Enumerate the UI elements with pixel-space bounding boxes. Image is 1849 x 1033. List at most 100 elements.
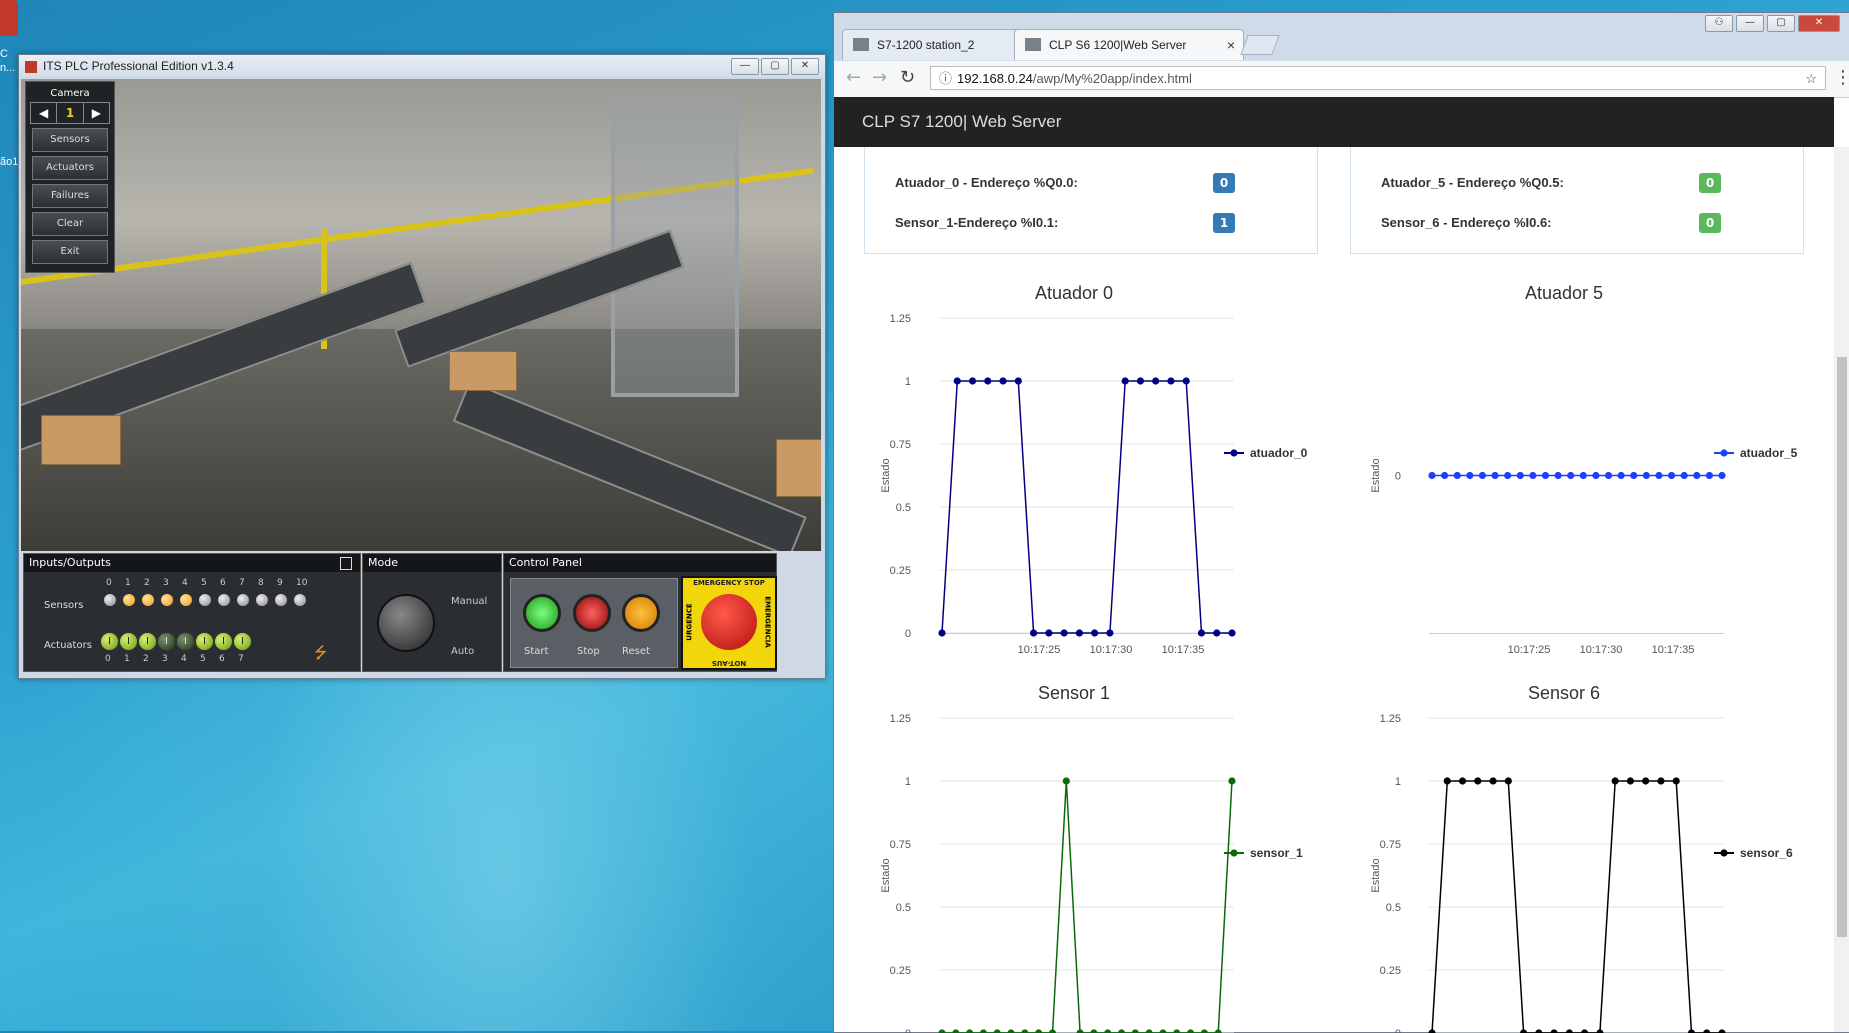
profile-icon[interactable]: ⚇ bbox=[1705, 15, 1733, 32]
data-point bbox=[1029, 629, 1038, 637]
data-point bbox=[1491, 471, 1499, 480]
its-title-bar[interactable]: ITS PLC Professional Edition v1.3.4 — ▢ … bbox=[19, 55, 825, 77]
data-point bbox=[1091, 629, 1099, 637]
sensor-number: 10 bbox=[296, 578, 308, 588]
close-tab-icon[interactable]: × bbox=[1227, 30, 1235, 60]
status-label: Sensor_6 - Endereço %I0.6: bbox=[1381, 215, 1552, 230]
legend-label: sensor_6 bbox=[1740, 846, 1793, 860]
stop-button[interactable] bbox=[573, 594, 611, 632]
data-point bbox=[1014, 377, 1022, 385]
data-point bbox=[1173, 1029, 1181, 1033]
forward-icon[interactable]: → bbox=[872, 67, 887, 88]
data-point bbox=[1519, 1029, 1528, 1033]
sensors-label: Sensors bbox=[44, 600, 84, 611]
lock-icon[interactable] bbox=[340, 557, 352, 570]
tab-web-server[interactable]: CLP S6 1200|Web Server × bbox=[1014, 29, 1244, 60]
x-tick-label: 10:17:35 bbox=[1652, 644, 1695, 656]
close-button[interactable]: ✕ bbox=[791, 58, 819, 75]
data-point bbox=[1579, 471, 1587, 480]
sensors-button[interactable]: Sensors bbox=[32, 128, 108, 152]
actuator-led[interactable]: I bbox=[176, 632, 195, 651]
close-button[interactable]: ✕ bbox=[1798, 15, 1840, 32]
legend-marker bbox=[1720, 849, 1728, 857]
actuator-led[interactable]: I bbox=[119, 632, 138, 651]
minimize-button[interactable]: — bbox=[1736, 15, 1764, 32]
data-point bbox=[1021, 1029, 1029, 1033]
status-badge: 0 bbox=[1699, 173, 1721, 193]
data-point bbox=[1458, 777, 1467, 785]
new-tab-button[interactable] bbox=[1240, 35, 1280, 55]
address-bar[interactable]: ⓘ 192.168.0.24/awp/My%20app/index.html ☆ bbox=[930, 66, 1826, 90]
sensor-led bbox=[237, 594, 249, 606]
maximize-button[interactable]: ▢ bbox=[1767, 15, 1795, 32]
scrollbar-thumb[interactable] bbox=[1837, 357, 1847, 937]
data-point bbox=[1672, 777, 1680, 785]
y-tick-label: 1.25 bbox=[890, 313, 911, 325]
actuator-led[interactable]: I bbox=[157, 632, 176, 651]
mode-knob[interactable] bbox=[377, 594, 435, 652]
x-tick-label: 10:17:25 bbox=[1018, 644, 1061, 656]
factory-3d-scene[interactable]: Camera ◀ 1 ▶ Sensors Actuators Failures … bbox=[21, 79, 821, 551]
y-tick-label: 0 bbox=[1395, 471, 1401, 483]
browser-toolbar: ← → ↻ ⓘ 192.168.0.24/awp/My%20app/index.… bbox=[834, 61, 1849, 98]
sensor-led bbox=[161, 594, 173, 606]
failures-button[interactable]: Failures bbox=[32, 184, 108, 208]
data-point bbox=[1705, 471, 1713, 480]
y-tick-label: 0.5 bbox=[896, 502, 911, 514]
y-tick-label: 0.25 bbox=[1380, 965, 1401, 977]
data-point bbox=[1667, 471, 1676, 480]
data-point bbox=[952, 1029, 960, 1033]
data-point bbox=[1443, 777, 1451, 785]
data-point bbox=[1596, 1029, 1604, 1033]
maximize-button[interactable]: ▢ bbox=[761, 58, 789, 75]
data-point bbox=[1048, 1029, 1057, 1033]
y-tick-label: 0 bbox=[905, 628, 911, 640]
emergency-stop[interactable]: EMERGENCY STOP URGENCE EMERGENCIA NOT-AU… bbox=[681, 576, 777, 670]
minimize-button[interactable]: — bbox=[731, 58, 759, 75]
data-point bbox=[1550, 1029, 1558, 1033]
menu-icon[interactable]: ⋮ bbox=[1834, 67, 1849, 88]
camera-next-button[interactable]: ▶ bbox=[84, 103, 109, 123]
data-point bbox=[1611, 777, 1619, 785]
data-point bbox=[968, 377, 977, 385]
data-point bbox=[1535, 1029, 1543, 1033]
reset-button[interactable] bbox=[622, 594, 660, 632]
data-point bbox=[1045, 629, 1053, 637]
actuator-led[interactable]: I bbox=[214, 632, 233, 651]
data-point bbox=[1200, 1029, 1208, 1033]
data-point bbox=[1182, 377, 1190, 385]
bookmark-star-icon[interactable]: ☆ bbox=[1805, 67, 1817, 91]
status-badge: 1 bbox=[1213, 213, 1235, 233]
actuator-led[interactable]: I bbox=[138, 632, 157, 651]
legend-label: atuador_0 bbox=[1250, 446, 1308, 460]
actuator-led[interactable]: I bbox=[195, 632, 214, 651]
y-tick-label: 1 bbox=[905, 776, 911, 788]
data-point bbox=[1516, 471, 1524, 480]
vertical-scrollbar[interactable] bbox=[1834, 147, 1849, 1032]
chart-atuador-0: Atuador 0 0 0.25 0.5 0.75 1 1.25 Estado 10:17:25… bbox=[880, 283, 1308, 656]
actuator-led[interactable]: I bbox=[100, 632, 119, 651]
y-tick-label: 0.75 bbox=[1380, 839, 1401, 851]
data-point bbox=[1565, 1029, 1573, 1033]
desktop-app-icon[interactable] bbox=[0, 0, 18, 36]
reload-icon[interactable]: ↻ bbox=[900, 67, 915, 88]
estop-button[interactable] bbox=[701, 594, 757, 650]
y-tick-label: 0.5 bbox=[1386, 902, 1401, 914]
info-icon[interactable]: ⓘ bbox=[939, 67, 952, 91]
status-badge: 0 bbox=[1213, 173, 1235, 193]
actuator-number: 3 bbox=[162, 654, 168, 664]
exit-button[interactable]: Exit bbox=[32, 240, 108, 264]
camera-prev-button[interactable]: ◀ bbox=[31, 103, 56, 123]
clear-button[interactable]: Clear bbox=[32, 212, 108, 236]
x-tick-label: 10:17:35 bbox=[1162, 644, 1205, 656]
data-point bbox=[1076, 1029, 1084, 1033]
y-tick-label: 0.25 bbox=[890, 965, 911, 977]
y-tick-label: 1.25 bbox=[1380, 713, 1401, 725]
data-point bbox=[1213, 629, 1221, 637]
actuator-led[interactable]: I bbox=[233, 632, 252, 651]
y-axis-label: Estado bbox=[880, 458, 892, 492]
start-button[interactable] bbox=[523, 594, 561, 632]
sensor-number: 0 bbox=[106, 578, 112, 588]
actuators-button[interactable]: Actuators bbox=[32, 156, 108, 180]
back-icon[interactable]: ← bbox=[846, 67, 861, 88]
